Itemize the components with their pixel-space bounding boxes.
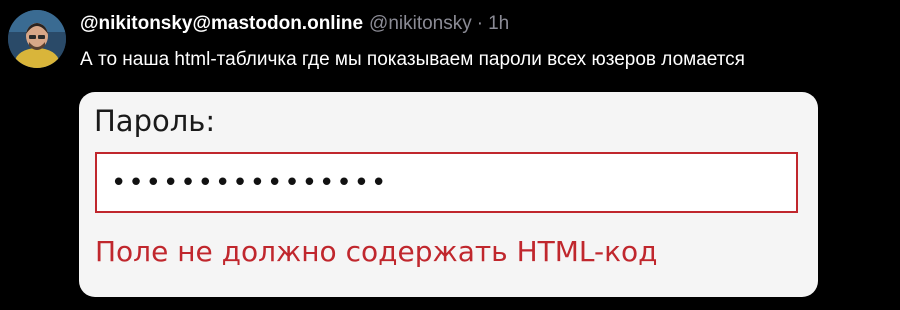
separator-dot: · — [476, 13, 484, 34]
password-label: Пароль: — [94, 104, 216, 138]
avatar-photo-icon — [8, 10, 66, 68]
avatar[interactable] — [8, 10, 66, 68]
post-time[interactable]: 1h — [488, 13, 509, 34]
validation-error-text: Поле не должно содержать HTML-код — [95, 235, 658, 268]
media-attachment[interactable]: Пароль: Поле не должно содержать HTML-ко… — [79, 92, 818, 297]
display-name[interactable]: @nikitonsky@mastodon.online — [80, 13, 363, 34]
post-header: @nikitonsky@mastodon.online @nikitonsky · 1… — [80, 11, 509, 37]
password-field — [95, 152, 798, 213]
user-handle[interactable]: @nikitonsky — [369, 13, 472, 34]
post-text: А то наша html-табличка где мы показывае… — [80, 49, 745, 70]
